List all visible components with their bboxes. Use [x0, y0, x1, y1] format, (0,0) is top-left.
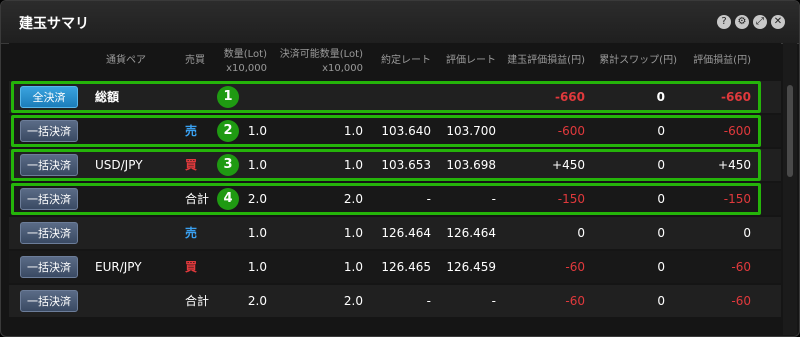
- eval-rate-value: -: [491, 294, 496, 308]
- pl-value: -60: [565, 260, 585, 274]
- side-label: 合計: [185, 294, 210, 308]
- total-label: 総額: [95, 90, 120, 104]
- annotation-badge-1: 1: [217, 86, 239, 108]
- scrollbar-thumb[interactable]: [787, 85, 793, 177]
- col-eval-rate: 評価レート: [446, 55, 496, 66]
- eval-rate-value: 126.464: [446, 226, 496, 240]
- eval-rate-value: 103.698: [446, 158, 496, 172]
- settle-qty-value: 1.0: [343, 124, 363, 138]
- swap-value: 0: [657, 260, 665, 274]
- table-row: 一括決済 売 1.0 1.0 126.464 126.464 0 0 0: [9, 217, 781, 249]
- pl-value: -600: [557, 124, 585, 138]
- eval-pl-value: -600: [723, 124, 751, 138]
- help-icon[interactable]: ?: [717, 15, 731, 29]
- currency-pair: EUR/JPY: [95, 260, 142, 274]
- annotation-badge-2: 2: [217, 120, 239, 142]
- pl-value: +450: [552, 158, 585, 172]
- settle-qty-value: 1.0: [343, 226, 363, 240]
- eval-pl-value: -150: [723, 192, 751, 206]
- col-pair: 通貨ペア: [106, 55, 146, 66]
- rate-value: 103.653: [381, 158, 431, 172]
- rate-value: 126.464: [381, 226, 431, 240]
- annotation-badge-4: 4: [217, 188, 239, 210]
- table-row: 一括決済売 1.0 1.0 103.640 103.700 -600 0 -600: [9, 115, 781, 147]
- table-row: 一括決済 EUR/JPY 買 1.0 1.0 126.465 126.459 -60 0 -60: [9, 251, 781, 283]
- eval-pl-value: -60: [731, 294, 751, 308]
- rate-value: -: [426, 294, 431, 308]
- col-rate: 約定レート: [381, 55, 431, 66]
- col-qty-unit: x10,000: [226, 63, 267, 74]
- annotation-badge-3: 3: [217, 154, 239, 176]
- settle-qty-value: 2.0: [343, 294, 363, 308]
- total-eval-pl: -660: [720, 90, 751, 104]
- col-qty: 数量(Lot): [223, 49, 267, 60]
- col-swap: 累計スワップ(円): [599, 55, 677, 66]
- rate-value: 126.465: [381, 260, 431, 274]
- position-summary-window: 建玉サマリ ? ⚙ ⤢ ✕ 通貨ペア 売買 数量(Lot) x10,000 決済…: [0, 0, 800, 337]
- bulk-settle-button[interactable]: 一括決済: [20, 290, 78, 312]
- col-eval-pl: 評価損益(円): [693, 55, 751, 66]
- title-bar[interactable]: 建玉サマリ ? ⚙ ⤢ ✕: [1, 1, 799, 44]
- col-pl: 建玉評価損益(円): [507, 55, 585, 66]
- eval-pl-value: -60: [731, 260, 751, 274]
- table-row: 一括決済 合計 2.0 2.0 - - -60 0 -60: [9, 285, 781, 317]
- eval-pl-value: +450: [718, 158, 751, 172]
- settle-all-button[interactable]: 全決済: [20, 86, 78, 108]
- settle-qty-value: 1.0: [343, 158, 363, 172]
- swap-value: 0: [657, 294, 665, 308]
- bulk-settle-button[interactable]: 一括決済: [20, 154, 78, 176]
- total-pl: -660: [554, 90, 585, 104]
- col-settle-qty: 決済可能数量(Lot): [279, 49, 363, 60]
- swap-value: 0: [657, 192, 665, 206]
- currency-pair: USD/JPY: [95, 158, 143, 172]
- qty-value: 1.0: [247, 260, 267, 274]
- swap-value: 0: [657, 226, 665, 240]
- total-swap: 0: [656, 90, 665, 104]
- settle-qty-value: 1.0: [343, 260, 363, 274]
- side-label: 合計: [185, 192, 210, 206]
- table-row: 一括決済 合計 2.0 2.0- - -150 0 -150: [9, 183, 781, 215]
- eval-rate-value: 126.459: [446, 260, 496, 274]
- side-label: 売: [185, 226, 198, 240]
- table-header: 通貨ペア 売買 数量(Lot) x10,000 決済可能数量(Lot) x10,…: [9, 43, 781, 79]
- pl-value: -150: [557, 192, 585, 206]
- swap-value: 0: [657, 158, 665, 172]
- settle-qty-value: 2.0: [343, 192, 363, 206]
- bulk-settle-button[interactable]: 一括決済: [20, 188, 78, 210]
- side-label: 買: [185, 158, 198, 172]
- bulk-settle-button[interactable]: 一括決済: [20, 120, 78, 142]
- pl-value: 0: [577, 226, 585, 240]
- table-row: 一括決済 USD/JPY 買 1.0 1.0 103.653 103.698 +450 0 +45…: [9, 149, 781, 181]
- col-settle-qty-unit: x10,000: [322, 63, 363, 74]
- bulk-settle-button[interactable]: 一括決済: [20, 256, 78, 278]
- pl-value: -60: [565, 294, 585, 308]
- qty-value: 2.0: [247, 294, 267, 308]
- window-title: 建玉サマリ: [19, 16, 89, 32]
- col-side: 売買: [185, 55, 205, 66]
- expand-icon[interactable]: ⤢: [753, 15, 767, 29]
- qty-value: 1.0: [247, 226, 267, 240]
- eval-rate-value: -: [491, 192, 496, 206]
- close-icon[interactable]: ✕: [771, 15, 785, 29]
- total-row: 全決済 総額 -660 0 -660: [9, 81, 781, 113]
- swap-value: 0: [657, 124, 665, 138]
- rate-value: -: [426, 192, 431, 206]
- eval-pl-value: 0: [743, 226, 751, 240]
- side-label: 買: [185, 260, 198, 274]
- eval-rate-value: 103.700: [446, 124, 496, 138]
- rate-value: 103.640: [381, 124, 431, 138]
- settings-icon[interactable]: ⚙: [735, 15, 749, 29]
- bulk-settle-button[interactable]: 一括決済: [20, 222, 78, 244]
- side-label: 売: [185, 124, 198, 138]
